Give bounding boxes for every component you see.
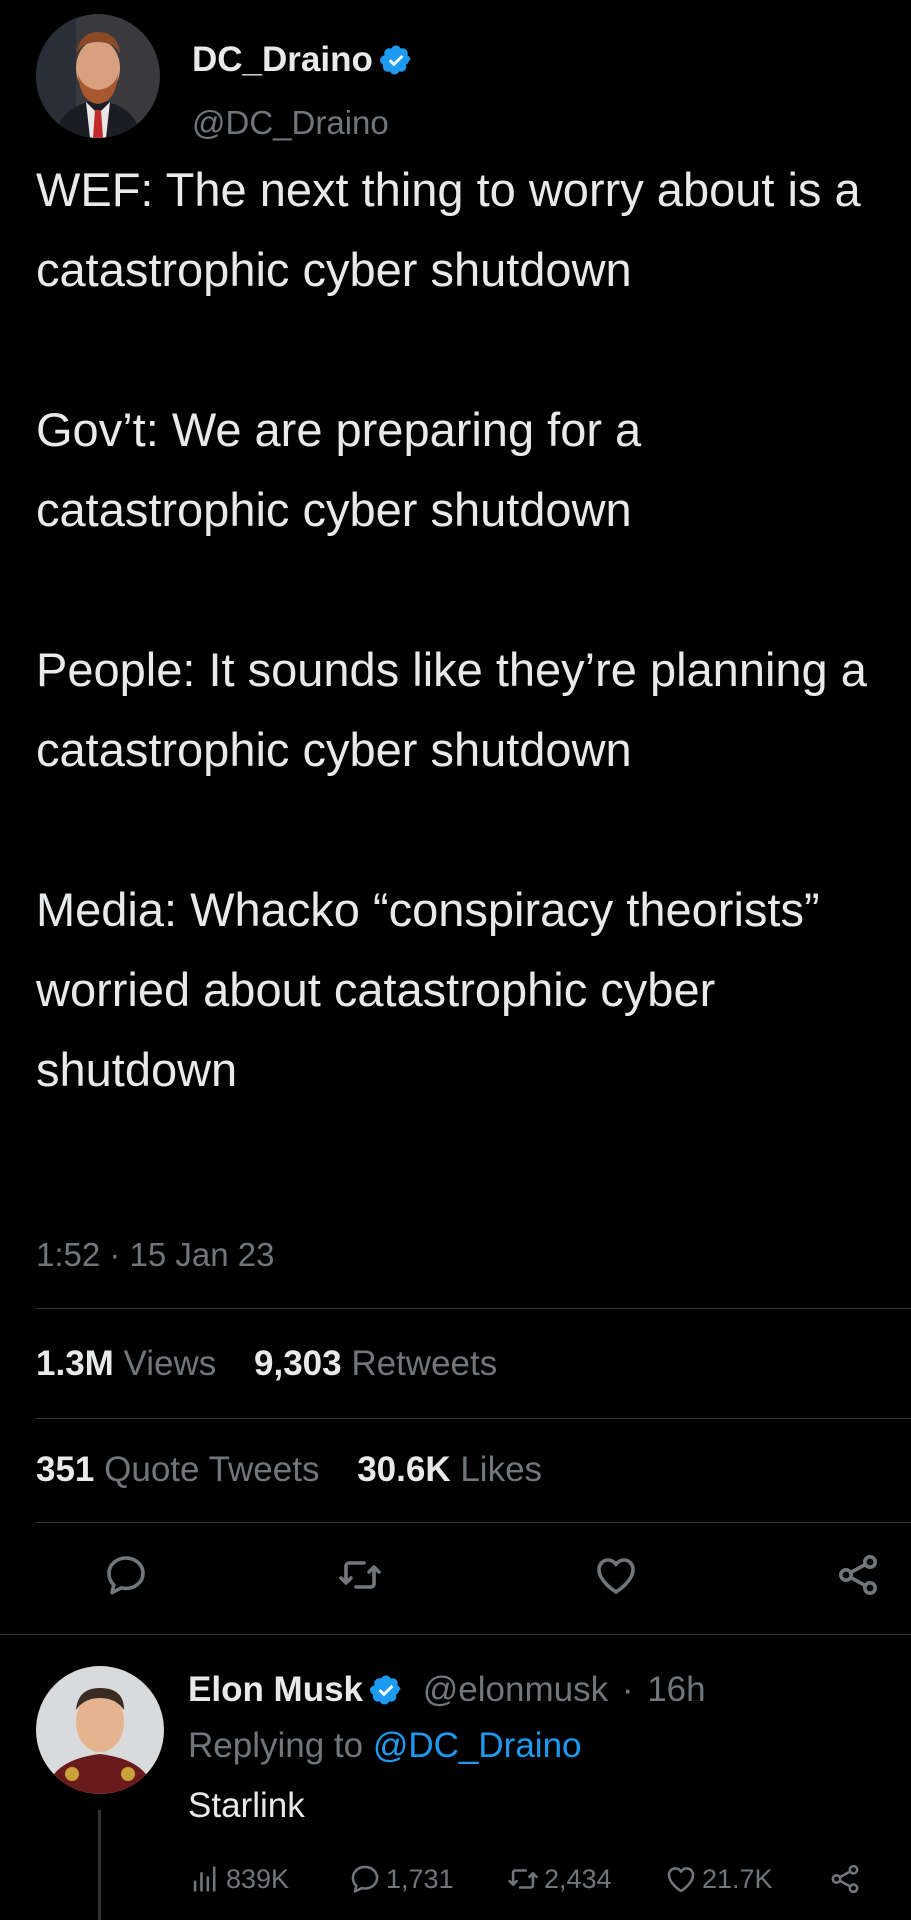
likes-label: Likes <box>460 1450 543 1489</box>
analytics-icon <box>193 1866 216 1892</box>
author-name-text: DC_Draino <box>192 40 373 79</box>
reply-text: Starlink <box>188 1786 305 1825</box>
tweet-timestamp[interactable]: 1:52 · 15 Jan 23 <box>36 1236 275 1274</box>
stats-row-engagement: 351 Quote Tweets 30.6K Likes <box>36 1450 570 1490</box>
reply-icon <box>351 1865 379 1893</box>
retweets-stat[interactable]: 9,303 Retweets <box>254 1344 525 1383</box>
separator-dot: · <box>621 1670 634 1709</box>
tweet-paragraph: People: It sounds like they’re planning … <box>36 643 867 776</box>
views-label: Views <box>123 1344 217 1383</box>
reply-share-button[interactable] <box>828 1862 866 1896</box>
heart-icon <box>597 1558 635 1594</box>
author-handle[interactable]: @DC_Draino <box>192 104 389 142</box>
reply-retweets[interactable]: 2,434 <box>506 1862 612 1896</box>
reply-header: Elon Musk @elonmusk · 16h <box>188 1670 706 1710</box>
replying-to-mention[interactable]: @DC_Draino <box>373 1726 582 1765</box>
replying-to: Replying to @DC_Draino <box>188 1726 582 1766</box>
divider <box>36 1522 911 1523</box>
retweets-label: Retweets <box>351 1344 498 1383</box>
quote-tweets-label: Quote Tweets <box>104 1450 320 1489</box>
share-button[interactable] <box>828 1545 888 1605</box>
thread-line <box>98 1810 101 1920</box>
verified-badge-icon <box>370 1675 401 1705</box>
quote-tweets-count: 351 <box>36 1450 95 1489</box>
heart-icon <box>667 1867 695 1893</box>
reply-replies-count: 1,731 <box>386 1863 454 1894</box>
divider <box>36 1308 911 1309</box>
author-name[interactable]: DC_Draino <box>192 40 413 80</box>
reply-tweet[interactable]: Elon Musk @elonmusk · 16h Replying to @D… <box>0 1640 911 1920</box>
reply-likes-count: 21.7K <box>702 1863 773 1894</box>
divider <box>36 1418 911 1419</box>
share-icon <box>839 1555 877 1595</box>
retweet-button[interactable] <box>330 1545 390 1605</box>
tweet-actions <box>0 1545 911 1615</box>
reply-replies[interactable]: 1,731 <box>348 1862 454 1896</box>
tweet-text: WEF: The next thing to worry about is a … <box>36 150 896 1110</box>
reply-likes[interactable]: 21.7K <box>664 1862 773 1896</box>
tweet-paragraph: Media: Whacko “conspiracy theorists” wor… <box>36 883 820 1096</box>
tweet-paragraph: WEF: The next thing to worry about is a … <box>36 163 861 296</box>
likes-count: 30.6K <box>357 1450 451 1489</box>
reply-views-count: 839K <box>226 1863 290 1894</box>
quote-tweets-stat[interactable]: 351 Quote Tweets <box>36 1450 347 1489</box>
retweets-count: 9,303 <box>254 1344 342 1383</box>
reply-time[interactable]: 16h <box>647 1670 705 1709</box>
reply-views[interactable]: 839K <box>188 1862 289 1896</box>
verified-badge-icon <box>379 45 411 75</box>
reply-author-name[interactable]: Elon Musk <box>188 1670 363 1709</box>
like-button[interactable] <box>586 1545 646 1605</box>
reply-actions: 839K 1,731 2,434 21.7K <box>188 1862 888 1906</box>
tweet-paragraph: Gov’t: We are preparing for a catastroph… <box>36 403 642 536</box>
share-icon <box>831 1864 859 1894</box>
stats-row-views: 1.3M Views 9,303 Retweets <box>36 1344 525 1384</box>
reply-icon <box>107 1556 145 1595</box>
reply-retweets-count: 2,434 <box>544 1863 612 1894</box>
views-count: 1.3M <box>36 1344 114 1383</box>
author-avatar[interactable] <box>36 14 160 138</box>
likes-stat[interactable]: 30.6K Likes <box>357 1450 570 1489</box>
retweet-icon <box>339 1561 381 1589</box>
reply-author-avatar[interactable] <box>36 1666 164 1794</box>
replying-to-prefix: Replying to <box>188 1726 364 1765</box>
reply-button[interactable] <box>96 1545 156 1605</box>
reply-author-handle[interactable]: @elonmusk <box>423 1670 608 1709</box>
divider <box>0 1634 911 1635</box>
retweet-icon <box>508 1869 538 1889</box>
tweet-author: DC_Draino @DC_Draino <box>36 14 876 144</box>
